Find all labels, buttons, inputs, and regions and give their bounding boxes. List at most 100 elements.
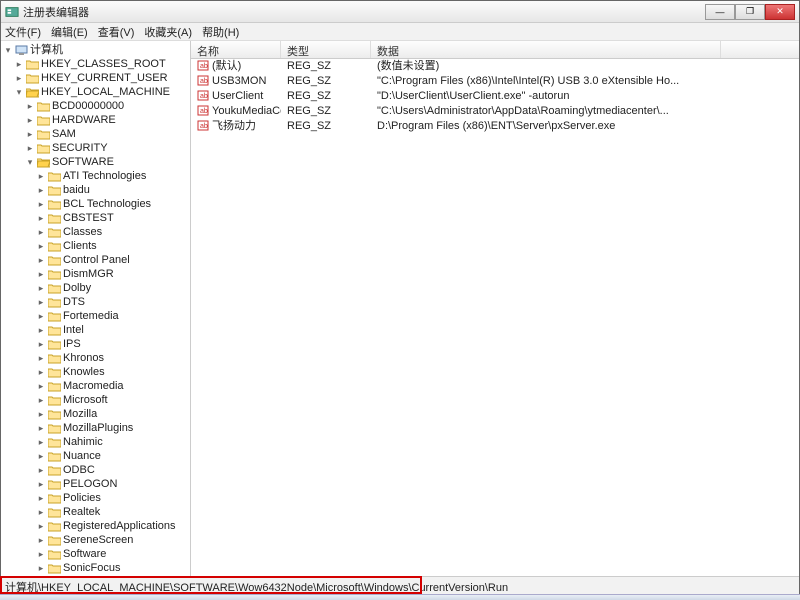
expander-icon[interactable]: ▸ bbox=[36, 183, 46, 197]
expander-icon[interactable]: ▸ bbox=[14, 71, 24, 85]
titlebar[interactable]: 注册表编辑器 — ❐ ✕ bbox=[1, 1, 799, 23]
col-type[interactable]: 类型 bbox=[281, 41, 371, 58]
string-icon: ab bbox=[197, 104, 209, 116]
value-row[interactable]: abUserClientREG_SZ"D:\UserClient\UserCli… bbox=[191, 89, 799, 104]
tree-node[interactable]: ▸BCD00000000 bbox=[3, 99, 190, 113]
tree-node[interactable]: ▸DTS bbox=[3, 295, 190, 309]
expander-icon[interactable]: ▸ bbox=[25, 127, 35, 141]
tree-node[interactable]: ▸Khronos bbox=[3, 351, 190, 365]
tree-node[interactable]: ▸HARDWARE bbox=[3, 113, 190, 127]
menu-favorites[interactable]: 收藏夹(A) bbox=[144, 24, 192, 40]
tree-node[interactable]: ▸Realtek bbox=[3, 505, 190, 519]
expander-icon[interactable]: ▸ bbox=[36, 295, 46, 309]
expander-icon[interactable]: ▸ bbox=[36, 533, 46, 547]
expander-icon[interactable]: ▸ bbox=[25, 99, 35, 113]
expander-icon[interactable]: ▸ bbox=[36, 519, 46, 533]
close-button[interactable]: ✕ bbox=[765, 4, 795, 20]
expander-icon[interactable]: ▸ bbox=[36, 337, 46, 351]
expander-icon[interactable]: ▸ bbox=[36, 309, 46, 323]
expander-icon[interactable]: ▸ bbox=[25, 141, 35, 155]
tree-node[interactable]: ▸Clients bbox=[3, 239, 190, 253]
expander-icon[interactable]: ▸ bbox=[36, 421, 46, 435]
expander-icon[interactable]: ▸ bbox=[36, 351, 46, 365]
tree-node[interactable]: ▸Nahimic bbox=[3, 435, 190, 449]
tree-node[interactable]: ▸Knowles bbox=[3, 365, 190, 379]
tree-node[interactable]: ▸Intel bbox=[3, 323, 190, 337]
expander-icon[interactable]: ▸ bbox=[36, 239, 46, 253]
expander-icon[interactable]: ▸ bbox=[36, 547, 46, 561]
expander-icon[interactable]: ▸ bbox=[36, 253, 46, 267]
tree-node[interactable]: ▸Macromedia bbox=[3, 379, 190, 393]
expander-icon[interactable]: ▸ bbox=[36, 365, 46, 379]
tree-node[interactable]: ▸Dolby bbox=[3, 281, 190, 295]
tree-node[interactable]: ▾SOFTWARE bbox=[3, 155, 190, 169]
value-row[interactable]: abUSB3MONREG_SZ"C:\Program Files (x86)\I… bbox=[191, 74, 799, 89]
tree-node[interactable]: ▸ATI Technologies bbox=[3, 169, 190, 183]
col-data[interactable]: 数据 bbox=[371, 41, 721, 58]
expander-icon[interactable]: ▸ bbox=[36, 225, 46, 239]
expander-icon[interactable]: ▸ bbox=[14, 57, 24, 71]
maximize-button[interactable]: ❐ bbox=[735, 4, 765, 20]
expander-icon[interactable]: ▸ bbox=[36, 169, 46, 183]
tree-node[interactable]: ▸BCL Technologies bbox=[3, 197, 190, 211]
tree-node[interactable]: ▸baidu bbox=[3, 183, 190, 197]
expander-icon[interactable]: ▸ bbox=[36, 281, 46, 295]
expander-icon[interactable]: ▸ bbox=[36, 267, 46, 281]
value-row[interactable]: ab(默认)REG_SZ(数值未设置) bbox=[191, 59, 799, 74]
expander-icon[interactable]: ▸ bbox=[36, 379, 46, 393]
tree-node[interactable]: ▸HKEY_CLASSES_ROOT bbox=[3, 57, 190, 71]
taskbar[interactable] bbox=[0, 594, 800, 600]
expander-icon[interactable]: ▸ bbox=[36, 463, 46, 477]
tree-node[interactable]: ▸Software bbox=[3, 547, 190, 561]
tree-node[interactable]: ▾计算机 bbox=[3, 43, 190, 57]
expander-icon[interactable]: ▸ bbox=[36, 407, 46, 421]
expander-icon[interactable]: ▾ bbox=[14, 85, 24, 99]
expander-icon[interactable]: ▸ bbox=[36, 393, 46, 407]
tree-node[interactable]: ▸Policies bbox=[3, 491, 190, 505]
expander-icon[interactable]: ▸ bbox=[36, 449, 46, 463]
menu-edit[interactable]: 编辑(E) bbox=[51, 24, 88, 40]
tree-node[interactable]: ▸SonicFocus bbox=[3, 561, 190, 575]
tree-node[interactable]: ▸Mozilla bbox=[3, 407, 190, 421]
tree-node[interactable]: ▸SAM bbox=[3, 127, 190, 141]
tree-pane[interactable]: ▾计算机▸HKEY_CLASSES_ROOT▸HKEY_CURRENT_USER… bbox=[1, 41, 191, 576]
tree-node[interactable]: ▸ODBC bbox=[3, 463, 190, 477]
expander-icon[interactable]: ▸ bbox=[36, 211, 46, 225]
value-row[interactable]: abYoukuMediaCenterREG_SZ"C:\Users\Admini… bbox=[191, 104, 799, 119]
expander-icon[interactable]: ▸ bbox=[25, 113, 35, 127]
tree-node[interactable]: ▸Classes bbox=[3, 225, 190, 239]
expander-icon[interactable]: ▸ bbox=[36, 435, 46, 449]
tree-node[interactable]: ▸Control Panel bbox=[3, 253, 190, 267]
column-headers[interactable]: 名称 类型 数据 bbox=[191, 41, 799, 59]
tree-node[interactable]: ▸Microsoft bbox=[3, 393, 190, 407]
expander-icon[interactable]: ▸ bbox=[36, 505, 46, 519]
expander-icon[interactable]: ▾ bbox=[25, 155, 35, 169]
tree-node[interactable]: ▸SereneScreen bbox=[3, 533, 190, 547]
minimize-button[interactable]: — bbox=[705, 4, 735, 20]
tree-node[interactable]: ▸MozillaPlugins bbox=[3, 421, 190, 435]
tree-node[interactable]: ▸HKEY_CURRENT_USER bbox=[3, 71, 190, 85]
col-name[interactable]: 名称 bbox=[191, 41, 281, 58]
tree-node[interactable]: ▸CBSTEST bbox=[3, 211, 190, 225]
tree-node[interactable]: ▸Fortemedia bbox=[3, 309, 190, 323]
expander-icon[interactable]: ▸ bbox=[36, 561, 46, 575]
tree-node[interactable]: ▸SECURITY bbox=[3, 141, 190, 155]
tree-node[interactable]: ▸RegisteredApplications bbox=[3, 519, 190, 533]
values-list[interactable]: ab(默认)REG_SZ(数值未设置)abUSB3MONREG_SZ"C:\Pr… bbox=[191, 59, 799, 576]
tree-node[interactable]: ▸IPS bbox=[3, 337, 190, 351]
expander-icon[interactable]: ▸ bbox=[36, 323, 46, 337]
tree-node[interactable]: ▸Nuance bbox=[3, 449, 190, 463]
tree-node[interactable]: ▸PELOGON bbox=[3, 477, 190, 491]
menu-help[interactable]: 帮助(H) bbox=[202, 24, 239, 40]
tree-node[interactable]: ▸DismMGR bbox=[3, 267, 190, 281]
value-row[interactable]: ab飞扬动力REG_SZD:\Program Files (x86)\ENT\S… bbox=[191, 119, 799, 134]
tree-node[interactable]: ▾HKEY_LOCAL_MACHINE bbox=[3, 85, 190, 99]
expander-icon[interactable]: ▸ bbox=[36, 491, 46, 505]
menu-view[interactable]: 查看(V) bbox=[98, 24, 135, 40]
expander-icon[interactable]: ▸ bbox=[36, 197, 46, 211]
string-icon: ab bbox=[197, 59, 209, 71]
menu-file[interactable]: 文件(F) bbox=[5, 24, 41, 40]
expander-icon[interactable]: ▾ bbox=[3, 43, 13, 57]
expander-icon[interactable]: ▸ bbox=[36, 477, 46, 491]
folder-icon bbox=[48, 353, 61, 364]
